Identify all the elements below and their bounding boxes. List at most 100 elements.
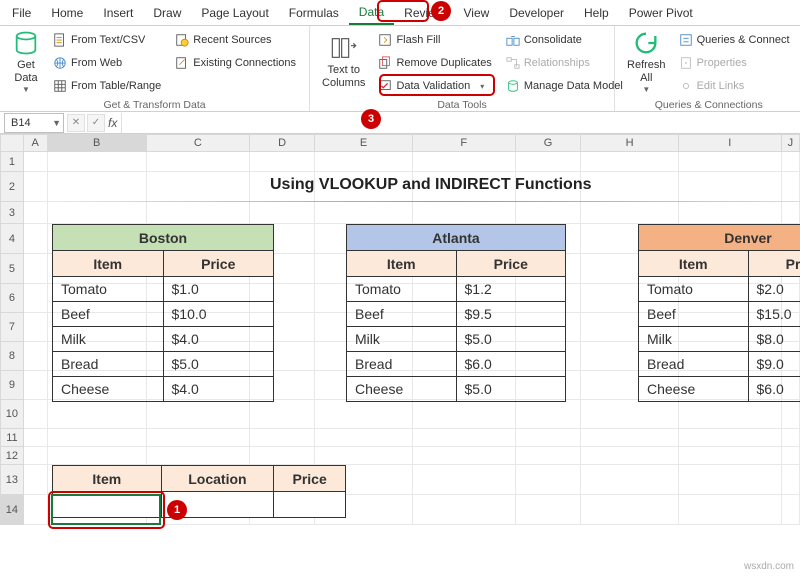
- column-header[interactable]: C: [147, 134, 250, 152]
- tab-formulas[interactable]: Formulas: [279, 2, 349, 24]
- cell[interactable]: [48, 400, 147, 429]
- column-header[interactable]: F: [413, 134, 516, 152]
- cell[interactable]: [413, 202, 516, 224]
- edit-links-button[interactable]: Edit Links: [676, 76, 793, 96]
- cell[interactable]: [147, 172, 250, 202]
- cell[interactable]: [315, 202, 412, 224]
- queries-connections-button[interactable]: Queries & Connect: [676, 30, 793, 50]
- get-data-button[interactable]: Get Data ▼: [6, 28, 46, 96]
- cell[interactable]: [581, 429, 678, 447]
- cell[interactable]: [147, 202, 250, 224]
- column-header[interactable]: E: [315, 134, 412, 152]
- cell[interactable]: [48, 152, 147, 172]
- cell[interactable]: [516, 447, 582, 465]
- row-header[interactable]: 1: [0, 152, 24, 172]
- cell[interactable]: [250, 447, 316, 465]
- cell[interactable]: [581, 495, 678, 525]
- cell[interactable]: [679, 152, 782, 172]
- cell[interactable]: [147, 429, 250, 447]
- cell[interactable]: [24, 254, 48, 284]
- cell[interactable]: [250, 400, 316, 429]
- cell[interactable]: [581, 400, 678, 429]
- cell[interactable]: [782, 400, 800, 429]
- cell[interactable]: [516, 429, 582, 447]
- cell[interactable]: [250, 202, 316, 224]
- cell[interactable]: [315, 400, 412, 429]
- column-header[interactable]: A: [24, 134, 48, 152]
- cell[interactable]: [679, 495, 782, 525]
- cell[interactable]: [48, 429, 147, 447]
- cell[interactable]: [24, 495, 48, 525]
- column-header[interactable]: I: [679, 134, 782, 152]
- select-all-corner[interactable]: [0, 134, 24, 152]
- cell[interactable]: [24, 342, 48, 371]
- cell[interactable]: [581, 172, 678, 202]
- tab-view[interactable]: View: [454, 2, 500, 24]
- cell[interactable]: [315, 152, 412, 172]
- row-header[interactable]: 7: [0, 313, 24, 342]
- row-header[interactable]: 13: [0, 465, 24, 495]
- tab-help[interactable]: Help: [574, 2, 619, 24]
- tab-power-pivot[interactable]: Power Pivot: [619, 2, 703, 24]
- chevron-down-icon[interactable]: ▼: [52, 118, 61, 128]
- cell[interactable]: [782, 465, 800, 495]
- relationships-button[interactable]: Relationships: [503, 53, 626, 73]
- cell[interactable]: [24, 400, 48, 429]
- cell[interactable]: [679, 465, 782, 495]
- enter-formula-button[interactable]: ✓: [87, 114, 105, 132]
- cell[interactable]: [24, 224, 48, 254]
- cell[interactable]: [147, 152, 250, 172]
- cell[interactable]: [679, 400, 782, 429]
- cell[interactable]: [581, 447, 678, 465]
- column-header[interactable]: D: [250, 134, 316, 152]
- cell[interactable]: [413, 495, 516, 525]
- refresh-all-button[interactable]: Refresh All ▼: [621, 28, 672, 96]
- cell[interactable]: [782, 495, 800, 525]
- row-header[interactable]: 5: [0, 254, 24, 284]
- tab-page-layout[interactable]: Page Layout: [191, 2, 278, 24]
- row-header[interactable]: 6: [0, 284, 24, 313]
- tab-file[interactable]: File: [2, 2, 41, 24]
- row-header[interactable]: 9: [0, 371, 24, 400]
- cell[interactable]: [413, 429, 516, 447]
- cell[interactable]: [679, 429, 782, 447]
- cell[interactable]: [413, 152, 516, 172]
- remove-duplicates-button[interactable]: Remove Duplicates: [375, 53, 494, 73]
- tab-insert[interactable]: Insert: [93, 2, 143, 24]
- cell[interactable]: [48, 172, 147, 202]
- cell[interactable]: [413, 465, 516, 495]
- cell[interactable]: [782, 202, 800, 224]
- cell[interactable]: [581, 202, 678, 224]
- cell[interactable]: [24, 152, 48, 172]
- formula-input[interactable]: [121, 113, 800, 133]
- manage-data-model-button[interactable]: Manage Data Model: [503, 76, 626, 96]
- name-box[interactable]: B14▼: [4, 113, 64, 133]
- cell[interactable]: [516, 152, 582, 172]
- row-header[interactable]: 4: [0, 224, 24, 254]
- cell[interactable]: [581, 465, 678, 495]
- cancel-formula-button[interactable]: ✕: [67, 114, 85, 132]
- cell[interactable]: [24, 202, 48, 224]
- properties-button[interactable]: Properties: [676, 53, 793, 73]
- from-table-range-button[interactable]: From Table/Range: [50, 76, 164, 96]
- cell[interactable]: [24, 172, 48, 202]
- cell[interactable]: [250, 152, 316, 172]
- cell[interactable]: [679, 172, 782, 202]
- cell[interactable]: [250, 429, 316, 447]
- row-header[interactable]: 2: [0, 172, 24, 202]
- consolidate-button[interactable]: Consolidate: [503, 30, 626, 50]
- cell[interactable]: [24, 429, 48, 447]
- row-header[interactable]: 11: [0, 429, 24, 447]
- cell[interactable]: [516, 465, 582, 495]
- row-header[interactable]: 14: [0, 495, 24, 525]
- cell[interactable]: [48, 202, 147, 224]
- row-header[interactable]: 8: [0, 342, 24, 371]
- cell[interactable]: [516, 202, 582, 224]
- cell[interactable]: [48, 447, 147, 465]
- row-header[interactable]: 3: [0, 202, 24, 224]
- flash-fill-button[interactable]: Flash Fill: [375, 30, 494, 50]
- recent-sources-button[interactable]: Recent Sources: [172, 30, 299, 50]
- cell[interactable]: [413, 400, 516, 429]
- cell[interactable]: [679, 202, 782, 224]
- cell[interactable]: [315, 447, 412, 465]
